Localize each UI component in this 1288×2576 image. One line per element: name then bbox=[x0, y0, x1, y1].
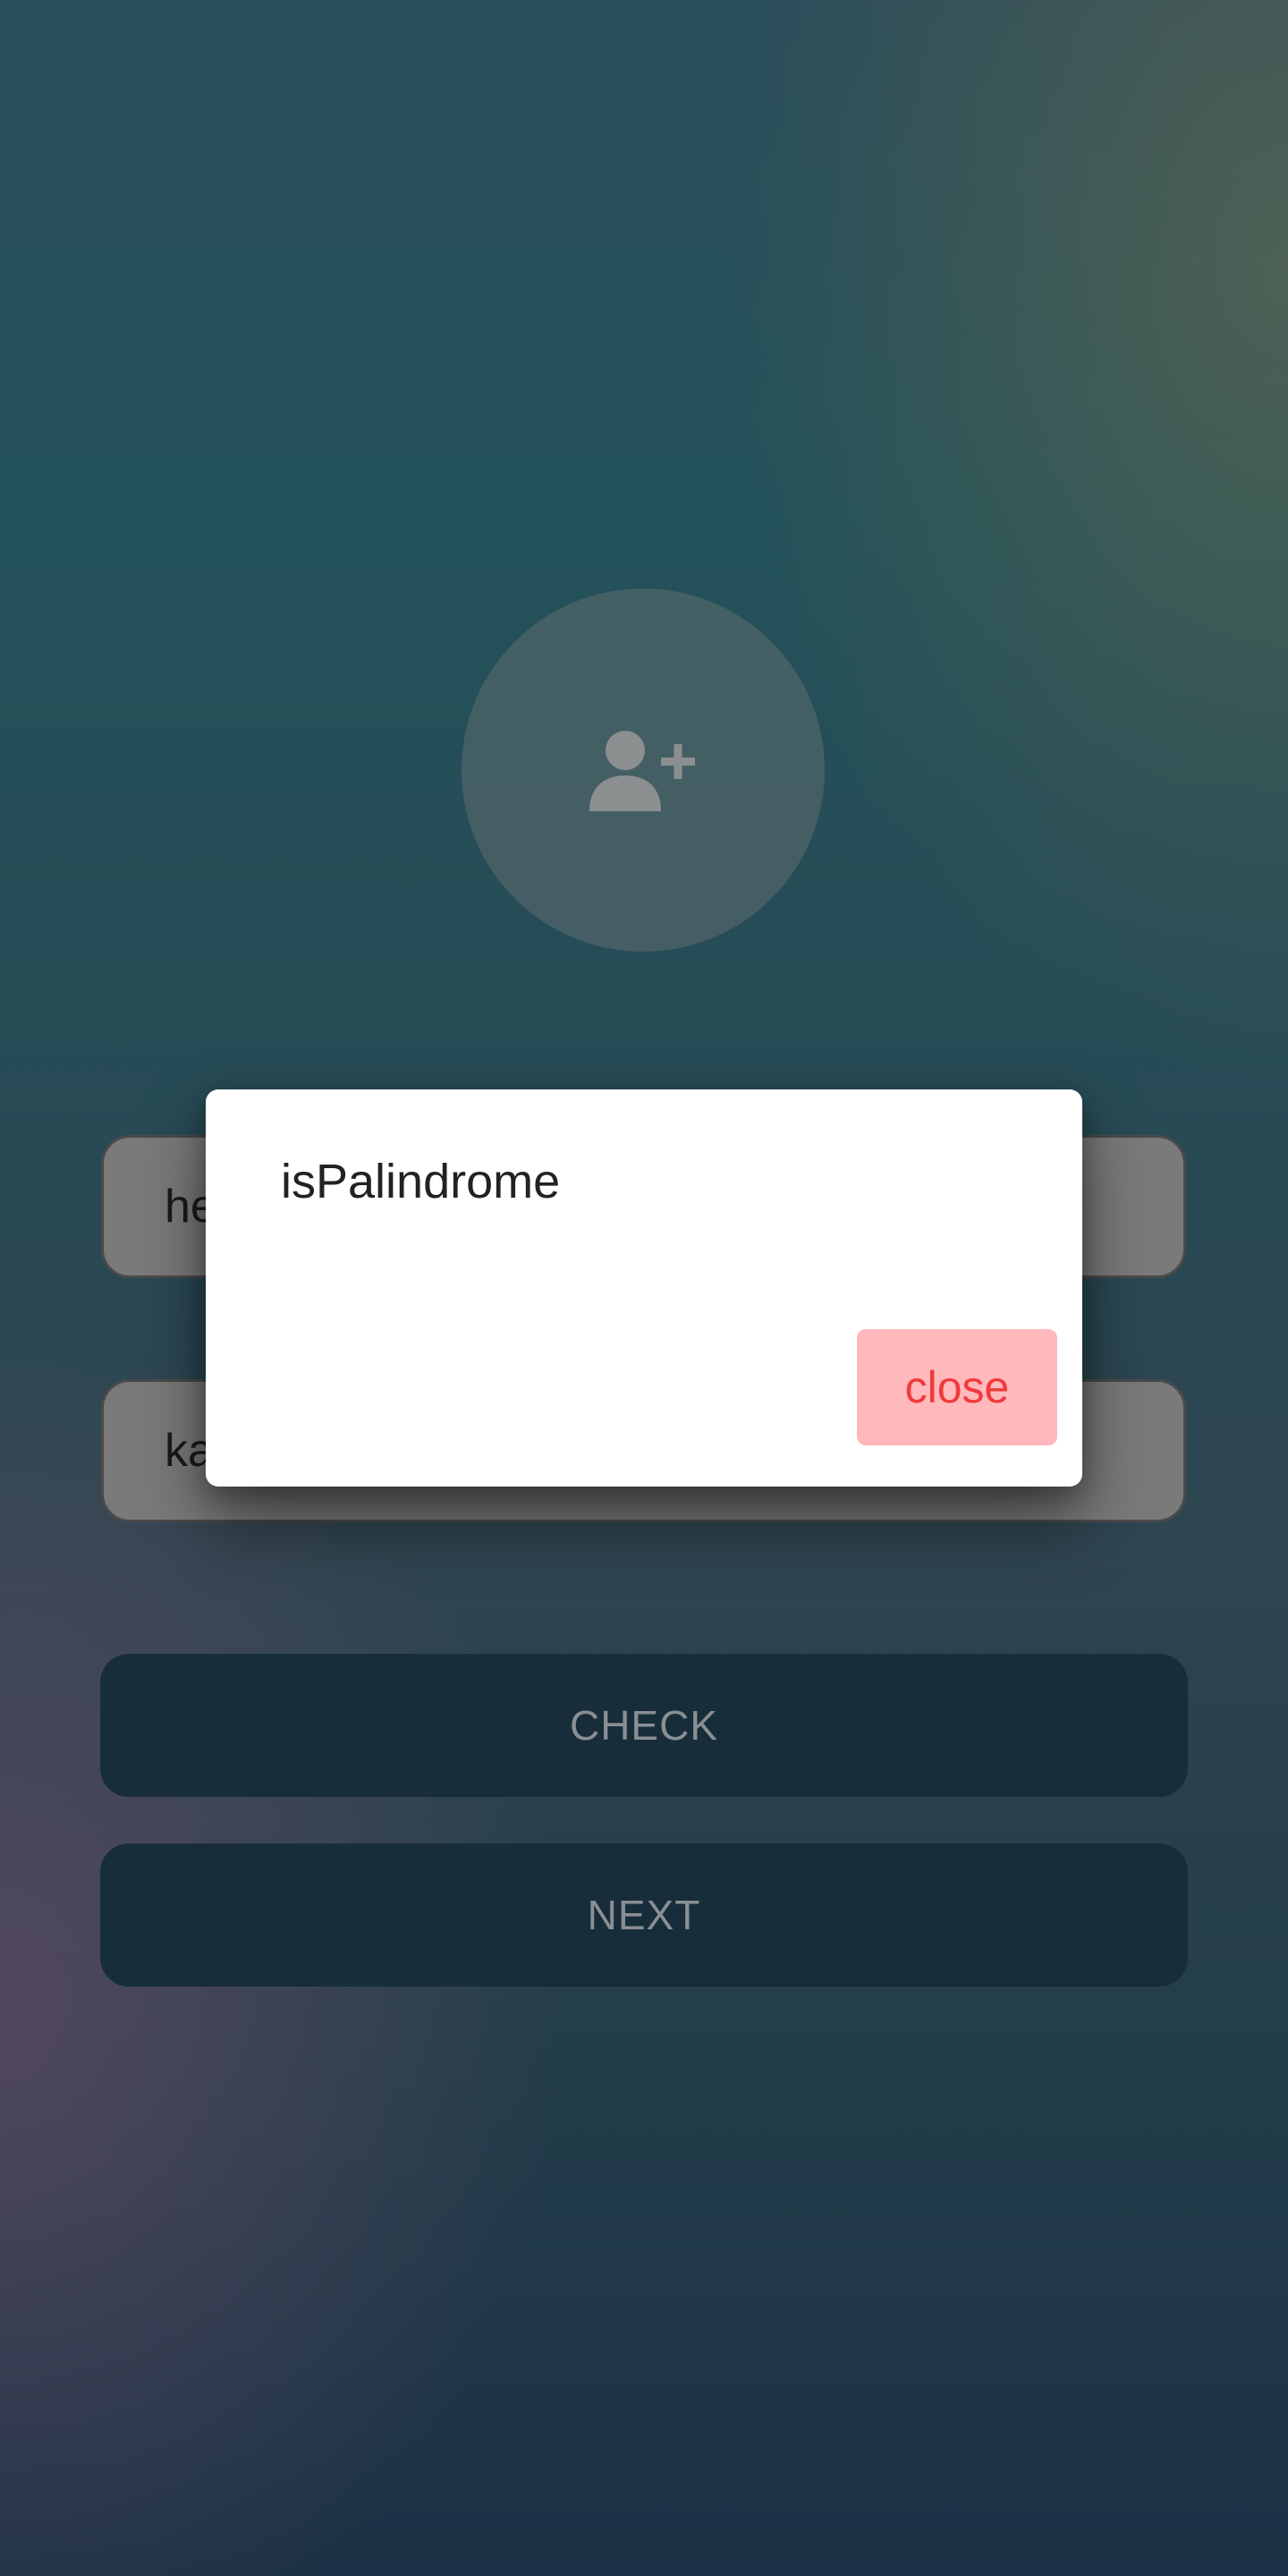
dialog-title: isPalindrome bbox=[281, 1155, 561, 1208]
app-screen: he ka CHECK NEXT isPalindrome close bbox=[0, 0, 1288, 2576]
result-dialog: isPalindrome close bbox=[206, 1089, 1082, 1487]
close-button[interactable]: close bbox=[857, 1329, 1057, 1445]
close-button-label: close bbox=[904, 1362, 1010, 1412]
